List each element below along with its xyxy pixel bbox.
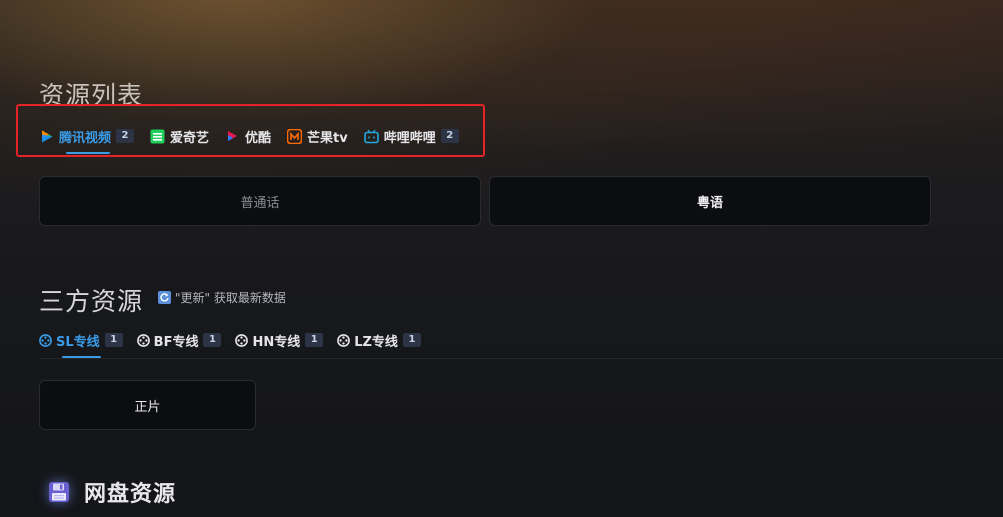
- floppy-disk-icon: [46, 479, 72, 505]
- refresh-hint: "更新" 获取最新数据: [158, 289, 286, 306]
- netdisk-title: 网盘资源: [84, 482, 177, 507]
- film-reel-icon: [337, 333, 351, 347]
- film-reel-icon: [136, 333, 150, 347]
- iqiyi-icon: [150, 129, 165, 144]
- netdisk-section-header: 网盘资源: [46, 476, 176, 508]
- mango-tv-icon: [287, 128, 303, 144]
- episode-button-feature[interactable]: 正片: [39, 380, 256, 430]
- count-badge: 1: [104, 333, 123, 347]
- audio-option-mandarin[interactable]: 普通话: [39, 176, 481, 226]
- count-badge: 1: [203, 333, 222, 347]
- tab-iqiyi[interactable]: 爱奇艺: [150, 127, 209, 146]
- audio-option-cantonese[interactable]: 粤语: [489, 176, 931, 226]
- tab-bilibili[interactable]: 哔哩哔哩 2: [363, 127, 459, 146]
- line-tabs: SL专线 1 BF专线 1 HN专线 1 LZ专线 1: [39, 330, 435, 350]
- bilibili-icon: [363, 129, 379, 144]
- refresh-hint-text: "更新" 获取最新数据: [175, 291, 286, 305]
- tab-sl-line[interactable]: SL专线 1: [39, 331, 123, 350]
- tab-label: 爱奇艺: [170, 130, 210, 146]
- active-tab-indicator: [62, 356, 101, 358]
- tab-label: BF专线: [153, 334, 199, 350]
- tab-hn-line[interactable]: HN专线 1: [235, 331, 324, 350]
- tab-label: 哔哩哔哩: [383, 130, 436, 146]
- tencent-video-icon: [39, 129, 54, 144]
- tab-lz-line[interactable]: LZ专线 1: [337, 331, 421, 350]
- tab-label: LZ专线: [354, 334, 398, 350]
- film-reel-icon: [39, 333, 52, 347]
- third-party-title: 三方资源: [39, 287, 144, 316]
- film-reel-icon: [235, 333, 249, 347]
- count-badge: 2: [116, 129, 135, 143]
- tab-label: 优酷: [245, 130, 272, 146]
- tab-youku[interactable]: 优酷: [225, 127, 271, 146]
- tab-label: SL专线: [56, 334, 100, 350]
- refresh-icon[interactable]: [158, 291, 171, 304]
- tab-tencent-video[interactable]: 腾讯视频 2: [39, 127, 135, 146]
- active-tab-indicator: [66, 152, 110, 154]
- count-badge: 2: [440, 129, 459, 143]
- count-badge: 1: [402, 333, 421, 347]
- platform-tabs: 腾讯视频 2 爱奇艺 优酷 芒果tv 哔哩哔哩 2: [39, 125, 475, 147]
- tab-bf-line[interactable]: BF专线 1: [136, 331, 222, 350]
- tab-label: HN专线: [252, 334, 301, 350]
- tab-label: 芒果tv: [307, 130, 348, 146]
- tab-mango-tv[interactable]: 芒果tv: [287, 127, 348, 146]
- tab-label: 腾讯视频: [59, 130, 112, 146]
- tabs-divider: [39, 358, 1003, 359]
- count-badge: 1: [305, 333, 324, 347]
- youku-icon: [225, 129, 240, 144]
